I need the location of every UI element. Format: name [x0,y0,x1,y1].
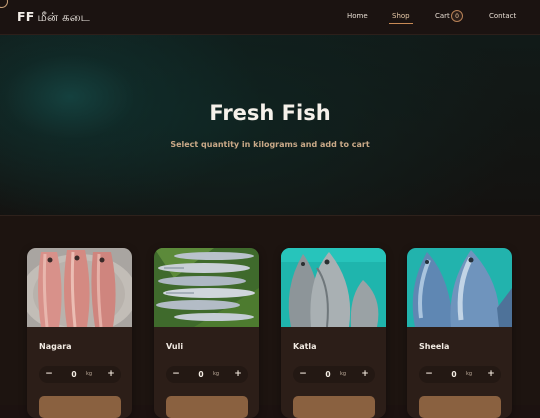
quantity-value[interactable]: 0 [193,366,209,383]
increase-quantity-button[interactable]: + [231,366,245,383]
product-card-sheela: Sheela − 0 kg + [407,248,512,418]
quantity-stepper: − 0 kg + [166,366,248,383]
nav-cart-link[interactable]: Cart [435,12,450,20]
vuli-photo [154,248,259,327]
brand-circle-icon [0,0,8,8]
brand-tamil: மீன் கடை [37,10,90,24]
increase-quantity-button[interactable]: + [358,366,372,383]
quantity-value[interactable]: 0 [66,366,82,383]
product-name: Vuli [166,342,184,351]
product-name: Sheela [419,342,450,351]
nav-contact-link[interactable]: Contact [489,12,516,20]
quantity-unit: kg [466,371,473,377]
decrease-quantity-button[interactable]: − [296,366,310,383]
product-name: Katla [293,342,317,351]
increase-quantity-button[interactable]: + [104,366,118,383]
cart-count-badge[interactable]: 0 [451,10,463,22]
product-card-katla: Katla − 0 kg + [281,248,386,418]
quantity-stepper: − 0 kg + [39,366,121,383]
hero-banner: Fresh Fish Select quantity in kilograms … [0,35,540,216]
increase-quantity-button[interactable]: + [484,366,498,383]
quantity-unit: kg [340,371,347,377]
quantity-stepper: − 0 kg + [419,366,501,383]
top-navbar: FF மீன் கடை Home Shop Cart 0 Contact [0,0,540,35]
brand-logo[interactable]: FF மீன் கடை [17,9,90,26]
brand-latin: FF [17,9,35,24]
quantity-unit: kg [213,371,220,377]
nav-shop-link[interactable]: Shop [389,12,413,24]
quantity-unit: kg [86,371,93,377]
add-to-cart-button[interactable] [293,396,375,418]
product-card-nagara: Nagara − 0 kg + [27,248,132,418]
hero-title: Fresh Fish [209,101,331,125]
decrease-quantity-button[interactable]: − [422,366,436,383]
hero-subtitle: Select quantity in kilograms and add to … [170,140,370,149]
add-to-cart-button[interactable] [419,396,501,418]
add-to-cart-button[interactable] [39,396,121,418]
add-to-cart-button[interactable] [166,396,248,418]
nagara-photo [27,248,132,327]
sheela-photo [407,248,512,327]
product-name: Nagara [39,342,72,351]
product-card-vuli: Vuli − 0 kg + [154,248,259,418]
katla-photo [281,248,386,327]
quantity-value[interactable]: 0 [446,366,462,383]
decrease-quantity-button[interactable]: − [169,366,183,383]
quantity-value[interactable]: 0 [320,366,336,383]
quantity-stepper: − 0 kg + [293,366,375,383]
decrease-quantity-button[interactable]: − [42,366,56,383]
product-grid: Nagara − 0 kg + Vuli − 0 kg + Katla − 0 … [0,216,540,418]
nav-home-link[interactable]: Home [347,12,368,20]
